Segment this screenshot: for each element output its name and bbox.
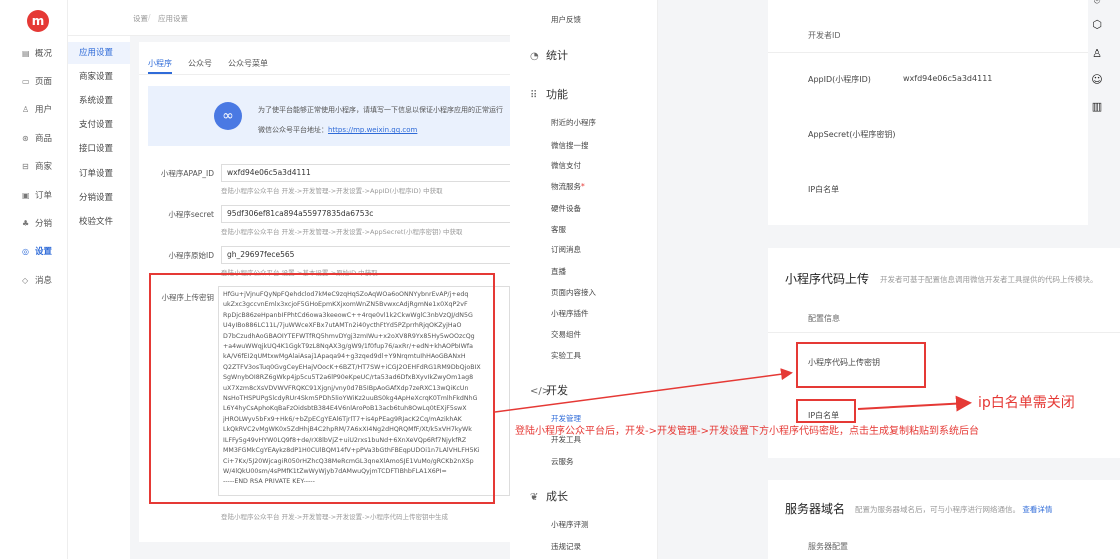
instruction-note: 登陆小程序公众平台后，开发->开发管理->开发设置下方小程序代码密匙，点击生成复… (515, 426, 979, 437)
arrow-to-ip-note (857, 395, 972, 412)
annotation-arrows (494, 368, 972, 413)
arrow-to-upload-key (494, 368, 793, 413)
ip-whitelist-note: ip白名单需关闭 (978, 395, 1075, 411)
